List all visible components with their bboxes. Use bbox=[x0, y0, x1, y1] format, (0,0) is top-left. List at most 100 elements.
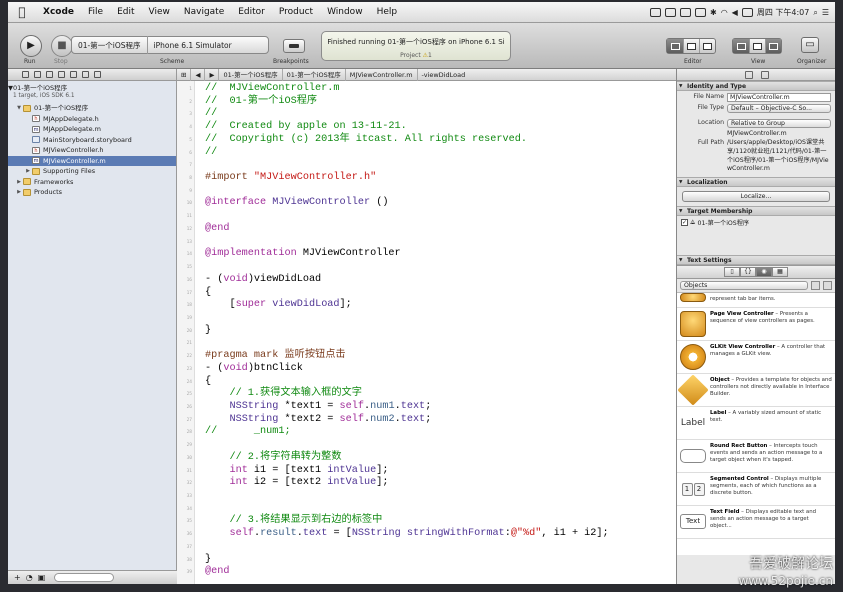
code-area[interactable]: // MJViewController.m// 01-第一个iOS程序//// … bbox=[205, 83, 609, 579]
back-button[interactable]: ◀ bbox=[191, 69, 206, 81]
code-line[interactable]: } bbox=[205, 325, 609, 338]
filter-scm-icon[interactable]: ▣ bbox=[38, 573, 46, 582]
code-line[interactable]: // Created by apple on 13-11-21. bbox=[205, 121, 609, 134]
toggle-utilities-button[interactable] bbox=[765, 39, 781, 53]
code-line[interactable]: { bbox=[205, 376, 609, 389]
volume-icon[interactable]: ◀ bbox=[732, 8, 738, 17]
library-item-object[interactable]: Object – Provides a template for objects… bbox=[677, 374, 835, 408]
apple-menu-icon[interactable]:  bbox=[8, 5, 36, 19]
jump-crumb-file[interactable]: MJViewController.m bbox=[346, 69, 418, 81]
code-line[interactable] bbox=[205, 261, 609, 274]
file-row-appdelegate-h[interactable]: h MJAppDelegate.h bbox=[8, 114, 176, 125]
identity-section-header[interactable]: Identity and Type bbox=[677, 81, 835, 92]
code-line[interactable] bbox=[205, 236, 609, 249]
code-line[interactable]: // 1.获得文本输入框的文字 bbox=[205, 388, 609, 401]
code-line[interactable]: #pragma mark 监听按钮点击 bbox=[205, 350, 609, 363]
library-filter-popup[interactable]: Objects bbox=[680, 281, 808, 291]
scheme-selector[interactable]: 01-第一个iOS程序 iPhone 6.1 Simulator bbox=[71, 36, 269, 54]
code-line[interactable] bbox=[205, 503, 609, 516]
code-line[interactable]: - (void)viewDidLoad bbox=[205, 274, 609, 287]
group-row-products[interactable]: ▶ Products bbox=[8, 187, 176, 198]
menu-file[interactable]: File bbox=[81, 7, 110, 17]
stop-button[interactable]: ■ bbox=[51, 35, 73, 57]
code-line[interactable] bbox=[205, 541, 609, 554]
code-line[interactable] bbox=[205, 185, 609, 198]
code-line[interactable]: // bbox=[205, 108, 609, 121]
debug-navigator-icon[interactable] bbox=[70, 71, 77, 78]
bluetooth-icon[interactable]: ✱ bbox=[710, 8, 717, 17]
library-item-glkit-view-controller[interactable]: GLKit View Controller – A controller tha… bbox=[677, 341, 835, 375]
code-line[interactable]: NSString *text2 = self.num2.text; bbox=[205, 414, 609, 427]
breakpoint-navigator-icon[interactable] bbox=[82, 71, 89, 78]
code-line[interactable]: // MJViewController.m bbox=[205, 83, 609, 96]
log-navigator-icon[interactable] bbox=[94, 71, 101, 78]
jump-crumb-project[interactable]: 01-第一个iOS程序 bbox=[219, 69, 283, 81]
version-editor-button[interactable] bbox=[699, 39, 715, 53]
file-template-library-icon[interactable]: ▯ bbox=[724, 267, 740, 278]
code-line[interactable]: // 2.将字符串转为整数 bbox=[205, 452, 609, 465]
code-line[interactable]: @end bbox=[205, 566, 609, 579]
target-membership-header[interactable]: Target Membership bbox=[677, 206, 835, 217]
organizer-button[interactable]: ▭ bbox=[801, 37, 819, 53]
spotlight-icon[interactable]: ⌕ bbox=[813, 8, 817, 18]
list-icon[interactable]: ☰ bbox=[822, 8, 829, 17]
code-line[interactable]: self.result.text = [NSString stringWithF… bbox=[205, 528, 608, 541]
list-view-icon[interactable] bbox=[823, 281, 832, 291]
menu-help[interactable]: Help bbox=[370, 7, 405, 17]
input-method-icon[interactable] bbox=[741, 8, 753, 17]
screen-record-icon[interactable] bbox=[664, 8, 676, 17]
disclosure-closed-icon[interactable]: ▶ bbox=[24, 166, 32, 177]
code-line[interactable]: // 3.将结果显示到右边的标签中 bbox=[205, 515, 609, 528]
recent-files-icon[interactable]: ◔ bbox=[26, 573, 33, 582]
group-row-frameworks[interactable]: ▶ Frameworks bbox=[8, 177, 176, 188]
library-item-segmented-control[interactable]: 12 Segmented Control – Displays multiple… bbox=[677, 473, 835, 507]
battery-status-icon[interactable] bbox=[649, 8, 661, 17]
disclosure-open-icon[interactable]: ▼ bbox=[15, 103, 23, 114]
disclosure-closed-icon[interactable]: ▶ bbox=[15, 177, 23, 188]
code-line[interactable] bbox=[205, 312, 609, 325]
jump-crumb-group[interactable]: 01-第一个iOS程序 bbox=[283, 69, 346, 81]
code-line[interactable]: #import "MJViewController.h" bbox=[205, 172, 609, 185]
project-navigator-icon[interactable] bbox=[22, 71, 29, 78]
location-popup[interactable]: Relative to Group bbox=[727, 119, 831, 128]
symbol-navigator-icon[interactable] bbox=[34, 71, 41, 78]
object-library-icon[interactable]: ◉ bbox=[756, 267, 772, 278]
toggle-navigator-button[interactable] bbox=[733, 39, 749, 53]
issue-navigator-icon[interactable] bbox=[58, 71, 65, 78]
target-checkbox[interactable]: ✓ bbox=[681, 219, 688, 227]
code-line[interactable] bbox=[205, 210, 609, 223]
scheme-device[interactable]: iPhone 6.1 Simulator bbox=[148, 41, 238, 50]
menu-xcode[interactable]: Xcode bbox=[36, 7, 81, 17]
localize-button[interactable]: Localize... bbox=[682, 191, 830, 203]
menu-editor[interactable]: Editor bbox=[231, 7, 272, 17]
code-snippet-library-icon[interactable]: {} bbox=[740, 267, 756, 278]
menu-navigate[interactable]: Navigate bbox=[177, 7, 231, 17]
localization-section-header[interactable]: Localization bbox=[677, 177, 835, 188]
code-line[interactable]: // Copyright (c) 2013年 itcast. All right… bbox=[205, 134, 609, 147]
wifi-icon[interactable]: ◠ bbox=[721, 8, 728, 17]
library-item-text-field[interactable]: Text Text Field – Displays editable text… bbox=[677, 506, 835, 540]
library-item-tab-bar-item[interactable]: represent tab bar items. bbox=[677, 293, 835, 309]
time-machine-icon[interactable] bbox=[694, 8, 706, 17]
project-row[interactable]: ▼ 01-第一个iOS程序 1 target, iOS SDK 6.1 bbox=[8, 83, 176, 103]
code-line[interactable] bbox=[205, 439, 609, 452]
search-navigator-icon[interactable] bbox=[46, 71, 53, 78]
run-button[interactable]: ▶ bbox=[20, 35, 42, 57]
navigator-filter-field[interactable] bbox=[54, 573, 115, 582]
library-item-label[interactable]: Label Label – A variably sized amount of… bbox=[677, 407, 835, 441]
jump-crumb-method[interactable]: -viewDidLoad bbox=[418, 69, 470, 81]
icon-view-icon[interactable] bbox=[811, 281, 820, 291]
view-control[interactable] bbox=[732, 38, 782, 54]
code-line[interactable]: @implementation MJViewController bbox=[205, 248, 609, 261]
file-type-popup[interactable]: Default – Objective-C So... bbox=[727, 104, 831, 113]
standard-editor-button[interactable] bbox=[667, 39, 683, 53]
group-row[interactable]: ▼ 01-第一个iOS程序 bbox=[8, 103, 176, 114]
file-row-viewcontroller-h[interactable]: h MJViewController.h bbox=[8, 145, 176, 156]
disclosure-closed-icon[interactable]: ▶ bbox=[15, 187, 23, 198]
editor-mode-control[interactable] bbox=[666, 38, 716, 54]
quick-help-icon[interactable] bbox=[761, 71, 769, 79]
menu-window[interactable]: Window bbox=[320, 7, 370, 17]
code-line[interactable]: int i1 = [text1 intValue]; bbox=[205, 465, 609, 478]
file-row-appdelegate-m[interactable]: m MJAppDelegate.m bbox=[8, 124, 176, 135]
code-line[interactable]: // _num1; bbox=[205, 426, 609, 439]
